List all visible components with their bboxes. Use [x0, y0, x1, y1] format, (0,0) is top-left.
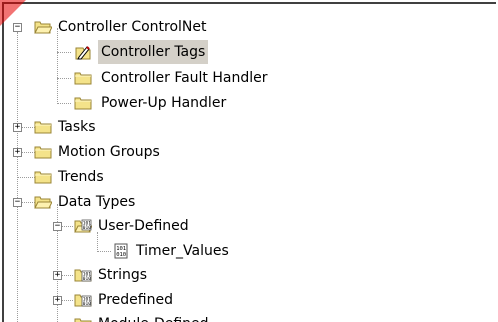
tree-node-label: Data Types	[58, 194, 136, 210]
project-tree-panel: − Controller ControlNet Controller Tags …	[2, 2, 496, 322]
tree-node-label: Strings	[98, 267, 148, 283]
tree-node-label: Trends	[58, 169, 104, 185]
folder-icon	[74, 97, 92, 110]
datatype-icon: 101 010	[114, 243, 128, 259]
tree-node-predefined[interactable]: + 101 010 Predefined	[4, 288, 304, 312]
datatype-folder-icon	[74, 318, 92, 322]
svg-text:010: 010	[83, 225, 91, 231]
tree-node-strings[interactable]: + 101 010 Strings	[4, 263, 304, 287]
tree-node-label: Tasks	[58, 119, 96, 135]
expand-toggle[interactable]: +	[13, 123, 22, 132]
tree-node-label: Predefined	[98, 292, 173, 308]
collapse-toggle[interactable]: −	[53, 222, 62, 231]
expand-toggle[interactable]: +	[53, 271, 62, 280]
tree-node-label: Controller Fault Handler	[101, 70, 268, 86]
tree-node-data-types[interactable]: − Data Types	[4, 190, 304, 214]
tree-node-user-defined[interactable]: − 101 010 User-Defined	[4, 214, 304, 238]
tree-node-trends[interactable]: Trends	[4, 165, 304, 189]
svg-text:010: 010	[83, 301, 91, 307]
tree-node-controller-fault-handler[interactable]: Controller Fault Handler	[4, 66, 324, 90]
tree-node-motion-groups[interactable]: + Motion Groups	[4, 140, 304, 164]
datatype-folder-open-icon: 101 010	[74, 219, 92, 233]
tree-node-label: Controller Tags	[98, 40, 209, 64]
tree-node-label: User-Defined	[98, 218, 189, 234]
collapse-toggle[interactable]: −	[13, 198, 22, 207]
svg-text:010: 010	[116, 252, 126, 258]
datatype-folder-icon: 101 010	[74, 294, 92, 307]
folder-icon	[34, 121, 52, 134]
expand-toggle[interactable]: +	[13, 148, 22, 157]
tree-node-label: Power-Up Handler	[101, 95, 227, 111]
svg-text:010: 010	[83, 276, 91, 282]
corner-marker	[0, 0, 26, 26]
tree-node-module-defined[interactable]: Module-Defined	[4, 312, 304, 322]
folder-icon	[74, 72, 92, 85]
folder-icon	[34, 146, 52, 159]
edit-tags-icon	[75, 46, 91, 60]
tree-node-timer-values[interactable]: 101 010 Timer_Values	[4, 239, 304, 263]
datatype-folder-icon: 101 010	[74, 269, 92, 282]
expand-toggle[interactable]: +	[53, 296, 62, 305]
tree-node-controller[interactable]: − Controller ControlNet	[4, 15, 304, 39]
tree-node-label: Timer_Values	[136, 243, 229, 259]
tree-node-label: Motion Groups	[58, 144, 160, 160]
folder-open-icon	[34, 21, 52, 34]
tree-node-label: Controller ControlNet	[58, 19, 207, 35]
folder-icon	[34, 171, 52, 184]
tree-node-power-up-handler[interactable]: Power-Up Handler	[4, 91, 304, 115]
tree-node-tasks[interactable]: + Tasks	[4, 115, 304, 139]
tree-node-controller-tags[interactable]: Controller Tags	[4, 40, 304, 64]
tree-node-label: Module-Defined	[95, 312, 212, 322]
folder-open-icon	[34, 196, 52, 209]
